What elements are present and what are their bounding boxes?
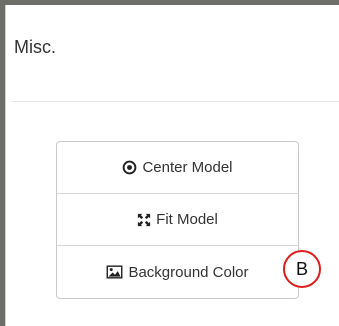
expand-arrows-icon: [137, 213, 151, 227]
fit-model-label: Fit Model: [156, 211, 218, 228]
center-model-button[interactable]: Center Model: [57, 142, 298, 194]
center-model-label: Center Model: [142, 159, 233, 176]
annotation-badge: B: [283, 250, 321, 288]
background-color-label: Background Color: [128, 263, 249, 281]
divider: [12, 101, 339, 102]
panel-heading: Misc.: [14, 37, 56, 57]
image-icon: [106, 265, 123, 279]
dot-circle-icon: [122, 160, 137, 175]
fit-model-button[interactable]: Fit Model: [57, 194, 298, 246]
button-group: Center Model Fit Model Background Color: [56, 141, 299, 299]
background-color-button[interactable]: Background Color: [57, 246, 298, 298]
